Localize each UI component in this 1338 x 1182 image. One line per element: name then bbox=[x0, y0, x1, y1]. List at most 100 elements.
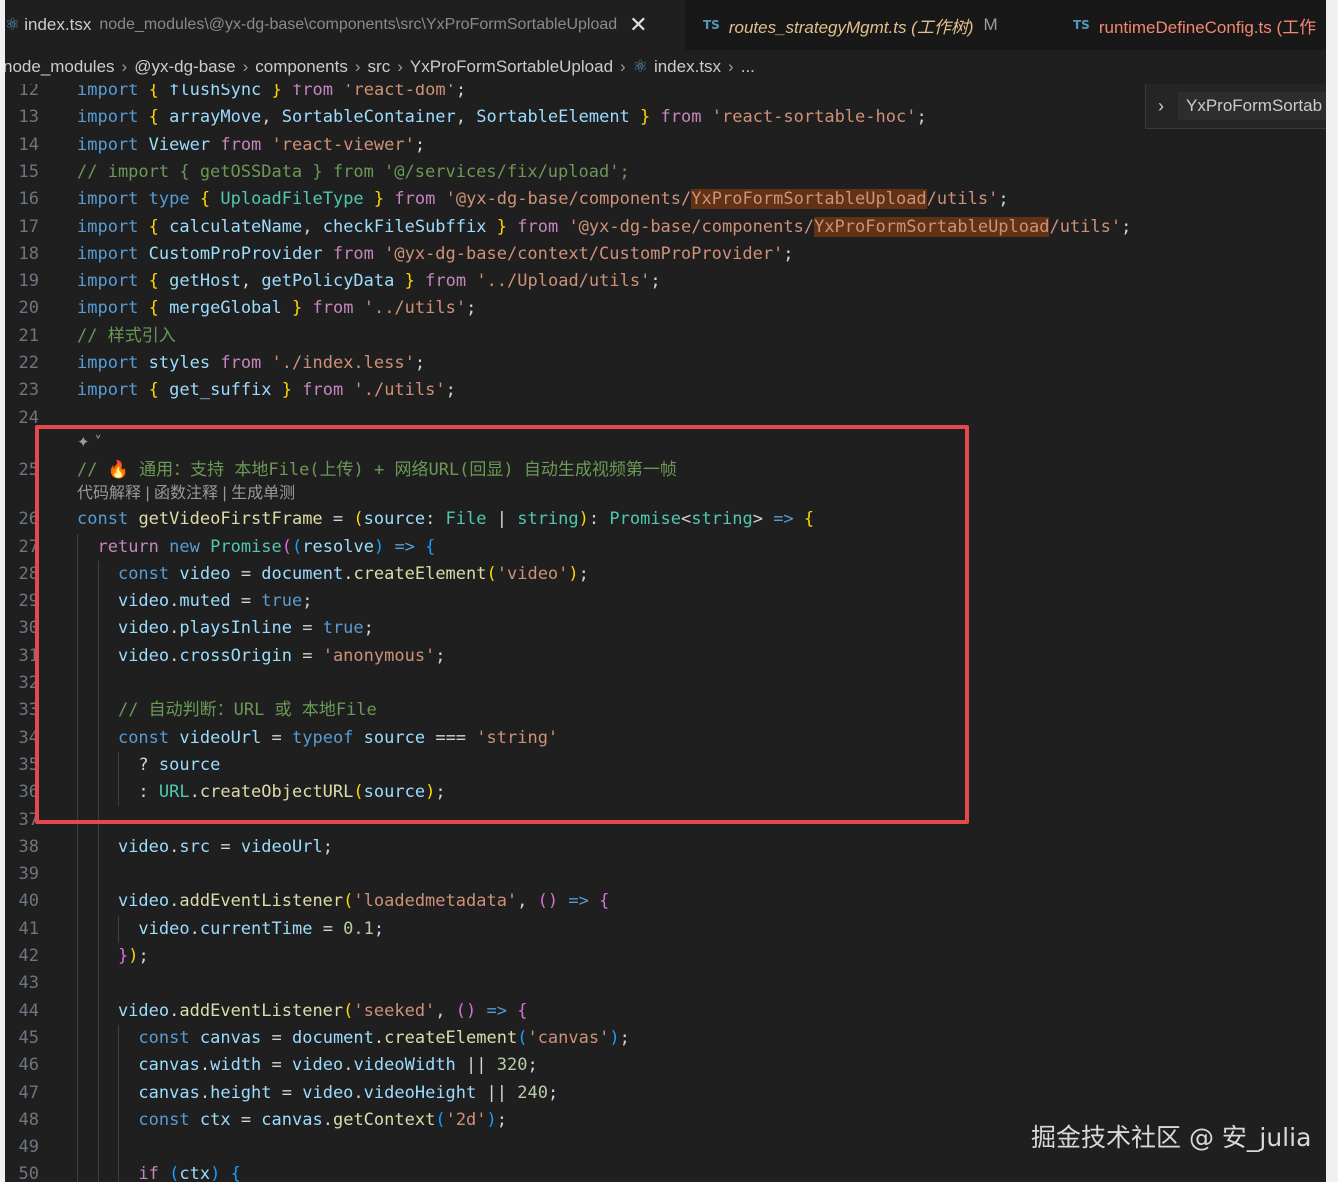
code-token: typeof bbox=[292, 727, 354, 748]
code-token: canvas bbox=[138, 1055, 200, 1076]
code-line[interactable]: 20 import { mergeGlobal } from '../utils'… bbox=[5, 295, 1326, 322]
code-token: const bbox=[138, 1109, 190, 1130]
code-token: ) bbox=[425, 782, 436, 803]
code-line[interactable]: 26 const getVideoFirstFrame = (source: Fi… bbox=[5, 506, 1326, 533]
code-line[interactable]: 18 import CustomProProvider from '@yx-dg-… bbox=[5, 241, 1326, 268]
code-token: new bbox=[169, 536, 200, 557]
code-token: 'string' bbox=[476, 727, 559, 748]
code-line[interactable]: 37 bbox=[5, 807, 1326, 834]
code-token: ( bbox=[169, 1164, 180, 1182]
breadcrumb-item[interactable]: index.tsx bbox=[654, 57, 721, 77]
code-line[interactable]: 19 import { getHost, getPolicyData } from… bbox=[5, 268, 1326, 295]
code-line[interactable]: 12 import { flushSync } from 'react-dom'; bbox=[5, 84, 1326, 104]
code-text: import { calculateName, checkFileSubffix… bbox=[77, 214, 1131, 241]
close-icon[interactable]: ✕ bbox=[629, 12, 647, 38]
code-token: . bbox=[169, 591, 180, 612]
code-line[interactable]: 42 }); bbox=[5, 943, 1326, 970]
code-line[interactable]: 41 video.currentTime = 0.1; bbox=[5, 916, 1326, 943]
code-line[interactable]: 21 // 样式引入 bbox=[5, 323, 1326, 350]
code-line[interactable]: 14 import Viewer from 'react-viewer'; bbox=[5, 132, 1326, 159]
code-line[interactable]: 23 import { get_suffix } from './utils'; bbox=[5, 377, 1326, 404]
code-token: video bbox=[302, 1082, 354, 1103]
lightbulb-icon[interactable]: ✦ ˅ bbox=[77, 433, 102, 451]
sticky-scroll-outline[interactable]: › YxProFormSortab bbox=[1145, 84, 1326, 129]
code-editor[interactable]: 12 import { flushSync } from 'react-dom';… bbox=[5, 84, 1326, 1182]
code-line[interactable]: 39 bbox=[5, 861, 1326, 888]
code-token: { bbox=[148, 84, 159, 100]
code-line[interactable]: 29 video.muted = true; bbox=[5, 588, 1326, 615]
code-token: string bbox=[691, 509, 753, 530]
sticky-scroll-label[interactable]: YxProFormSortab bbox=[1178, 92, 1326, 120]
code-line[interactable]: 44 video.addEventListener('seeked', () =… bbox=[5, 998, 1326, 1025]
code-token: , bbox=[435, 1000, 456, 1021]
line-number: 29 bbox=[18, 591, 39, 612]
code-token: return bbox=[97, 536, 159, 557]
code-line[interactable]: 40 video.addEventListener('loadedmetadat… bbox=[5, 888, 1326, 915]
breadcrumb-item[interactable]: YxProFormSortableUpload bbox=[410, 57, 613, 77]
code-token: 'react-sortable-hoc' bbox=[711, 107, 917, 128]
tab-routes-strategy[interactable]: TS routes_strategyMgmt.ts (工作树) M bbox=[687, 0, 1051, 50]
code-token: createElement bbox=[353, 563, 487, 584]
breadcrumb-item[interactable]: @yx-dg-base bbox=[134, 57, 235, 77]
code-line[interactable]: 25 // 🔥 通用：支持 本地File(上传) + 网络URL(回显) 自动生成… bbox=[5, 457, 1326, 484]
code-token: { bbox=[148, 271, 159, 292]
breadcrumb-item[interactable]: node_modules bbox=[5, 57, 115, 77]
code-line[interactable]: 36 : URL.createObjectURL(source); bbox=[5, 779, 1326, 806]
code-token: width bbox=[210, 1055, 262, 1076]
code-line[interactable]: 27 return new Promise((resolve) => { bbox=[5, 534, 1326, 561]
code-line[interactable]: 16 import type { UploadFileType } from '@… bbox=[5, 186, 1326, 213]
code-line[interactable]: 45 const canvas = document.createElement… bbox=[5, 1025, 1326, 1052]
code-text: if (ctx) { bbox=[77, 1161, 240, 1182]
code-line[interactable]: 43 bbox=[5, 970, 1326, 997]
code-token: ) bbox=[609, 1027, 620, 1048]
chevron-right-icon: › bbox=[728, 57, 734, 76]
code-line[interactable]: 47 canvas.height = video.videoHeight || … bbox=[5, 1080, 1326, 1107]
code-line[interactable]: 33 // 自动判断：URL 或 本地File bbox=[5, 697, 1326, 724]
code-token: getPolicyData bbox=[261, 271, 395, 292]
code-token: 'anonymous' bbox=[322, 645, 436, 666]
code-token: => bbox=[773, 509, 794, 530]
tab-index-tsx[interactable]: ⚛ index.tsx node_modules\@yx-dg-base\com… bbox=[5, 0, 685, 50]
code-line[interactable]: 32 bbox=[5, 670, 1326, 697]
chevron-right-icon: › bbox=[242, 57, 249, 76]
code-line[interactable]: 17 import { calculateName, checkFileSubff… bbox=[5, 214, 1326, 241]
codelens-actions[interactable]: 代码解释 | 函数注释 | 生成单测 bbox=[77, 483, 295, 505]
code-line[interactable]: 31 video.crossOrigin = 'anonymous'; bbox=[5, 643, 1326, 670]
breadcrumb-item[interactable]: ... bbox=[741, 57, 755, 77]
fire-icon: 🔥 bbox=[107, 459, 129, 480]
code-line[interactable]: 24 bbox=[5, 405, 1326, 432]
code-line[interactable]: 22 import styles from './index.less'; bbox=[5, 350, 1326, 377]
code-token: () bbox=[455, 1000, 477, 1021]
code-line[interactable]: 46 canvas.width = video.videoWidth || 32… bbox=[5, 1052, 1326, 1079]
code-line[interactable]: 15 // import { getOSSData } from '@/servi… bbox=[5, 159, 1326, 186]
code-token: . bbox=[322, 1109, 333, 1130]
code-token: canvas bbox=[199, 1027, 262, 1048]
code-token: 'loadedmetadata' bbox=[353, 891, 518, 912]
code-token: CustomProProvider bbox=[148, 243, 323, 264]
code-line[interactable]: 13 import { arrayMove, SortableContainer,… bbox=[5, 104, 1326, 131]
chevron-right-icon[interactable]: › bbox=[1158, 96, 1164, 117]
line-number: 43 bbox=[18, 973, 39, 994]
code-line[interactable]: 30 video.playsInline = true; bbox=[5, 615, 1326, 642]
tab-name: index.tsx bbox=[24, 15, 92, 34]
code-line[interactable]: 35 ? source bbox=[5, 752, 1326, 779]
breadcrumb-item[interactable]: components bbox=[255, 57, 348, 77]
code-line[interactable]: 50 if (ctx) { bbox=[5, 1161, 1326, 1182]
code-line[interactable]: 38 video.src = videoUrl; bbox=[5, 834, 1326, 861]
code-token: height bbox=[210, 1082, 272, 1103]
line-number: 25 bbox=[18, 459, 39, 480]
breadcrumb-item[interactable]: src bbox=[368, 57, 391, 77]
tab-runtime-config[interactable]: TS runtimeDefineConfig.ts (工作 bbox=[1057, 0, 1326, 50]
code-line[interactable]: 28 const video = document.createElement(… bbox=[5, 561, 1326, 588]
code-line[interactable]: 34 const videoUrl = typeof source === 's… bbox=[5, 725, 1326, 752]
